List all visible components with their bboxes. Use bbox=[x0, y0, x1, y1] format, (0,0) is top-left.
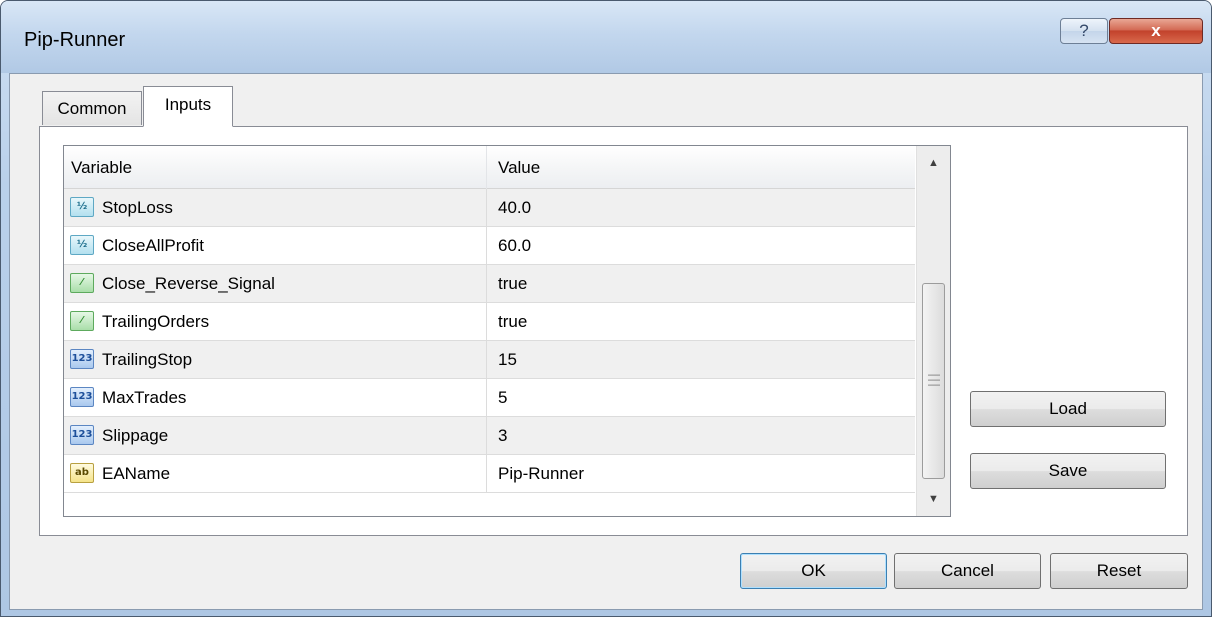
title-bar[interactable]: Pip-Runner ? x bbox=[1, 1, 1211, 73]
variable-name: TrailingStop bbox=[102, 350, 193, 369]
table-row[interactable]: 123 TrailingStop 15 bbox=[64, 341, 915, 379]
dialog-window: Pip-Runner ? x Common Inputs Variable Va… bbox=[0, 0, 1212, 617]
help-button[interactable]: ? bbox=[1060, 18, 1108, 44]
scroll-thumb[interactable]: — — — bbox=[922, 283, 945, 479]
bool-type-icon: ⁄ bbox=[70, 273, 94, 293]
reset-button[interactable]: Reset bbox=[1050, 553, 1188, 589]
load-button[interactable]: Load bbox=[970, 391, 1166, 427]
inputs-grid: Variable Value ½ StopLoss 40.0 ½ CloseAl… bbox=[63, 145, 951, 517]
variable-cell: ½ CloseAllProfit bbox=[64, 227, 487, 264]
cancel-button[interactable]: Cancel bbox=[894, 553, 1041, 589]
inputs-tab-panel: Variable Value ½ StopLoss 40.0 ½ CloseAl… bbox=[39, 126, 1188, 536]
grip-icon: — — — bbox=[928, 367, 940, 391]
scroll-up-arrow-icon[interactable]: ▲ bbox=[917, 146, 950, 180]
int-type-icon: 123 bbox=[70, 387, 94, 407]
variable-value[interactable]: 60.0 bbox=[498, 227, 531, 264]
variable-name: MaxTrades bbox=[102, 388, 187, 407]
variable-cell: ab EAName bbox=[64, 455, 487, 492]
variable-name: Slippage bbox=[102, 426, 169, 445]
variable-name: StopLoss bbox=[102, 198, 173, 217]
double-type-icon: ½ bbox=[70, 235, 94, 255]
bool-type-icon: ⁄ bbox=[70, 311, 94, 331]
variable-value[interactable]: true bbox=[498, 265, 527, 302]
table-row[interactable]: ab EAName Pip-Runner bbox=[64, 455, 915, 493]
variable-cell: 123 MaxTrades bbox=[64, 379, 487, 416]
close-button[interactable]: x bbox=[1109, 18, 1203, 44]
variable-name: Close_Reverse_Signal bbox=[102, 274, 275, 293]
variable-name: TrailingOrders bbox=[102, 312, 210, 331]
variable-cell: 123 TrailingStop bbox=[64, 341, 487, 378]
tab-inputs[interactable]: Inputs bbox=[143, 86, 233, 127]
string-type-icon: ab bbox=[70, 463, 94, 483]
ok-button[interactable]: OK bbox=[740, 553, 887, 589]
table-row[interactable]: 123 MaxTrades 5 bbox=[64, 379, 915, 417]
double-type-icon: ½ bbox=[70, 197, 94, 217]
save-button[interactable]: Save bbox=[970, 453, 1166, 489]
variable-value[interactable]: 3 bbox=[498, 417, 507, 454]
variable-value[interactable]: true bbox=[498, 303, 527, 340]
variable-value[interactable]: 5 bbox=[498, 379, 507, 416]
variable-value[interactable]: 40.0 bbox=[498, 189, 531, 226]
tab-common[interactable]: Common bbox=[42, 91, 142, 125]
table-row[interactable]: ⁄ TrailingOrders true bbox=[64, 303, 915, 341]
column-header-value[interactable]: Value bbox=[488, 146, 915, 189]
variable-name: EAName bbox=[102, 464, 171, 483]
table-row[interactable]: ⁄ Close_Reverse_Signal true bbox=[64, 265, 915, 303]
variable-cell: 123 Slippage bbox=[64, 417, 487, 454]
variable-cell: ⁄ Close_Reverse_Signal bbox=[64, 265, 487, 302]
variable-value[interactable]: Pip-Runner bbox=[498, 455, 584, 492]
int-type-icon: 123 bbox=[70, 425, 94, 445]
variable-cell: ½ StopLoss bbox=[64, 189, 487, 226]
table-row[interactable]: ½ CloseAllProfit 60.0 bbox=[64, 227, 915, 265]
variable-value[interactable]: 15 bbox=[498, 341, 517, 378]
column-header-variable[interactable]: Variable bbox=[64, 146, 487, 189]
table-row[interactable]: 123 Slippage 3 bbox=[64, 417, 915, 455]
grid-header: Variable Value bbox=[64, 146, 915, 189]
variable-name: CloseAllProfit bbox=[102, 236, 205, 255]
int-type-icon: 123 bbox=[70, 349, 94, 369]
variable-cell: ⁄ TrailingOrders bbox=[64, 303, 487, 340]
table-row[interactable]: ½ StopLoss 40.0 bbox=[64, 189, 915, 227]
dialog-body: Common Inputs Variable Value ½ StopLoss … bbox=[9, 73, 1203, 610]
vertical-scrollbar[interactable]: ▲ — — — ▼ bbox=[916, 146, 950, 516]
window-title: Pip-Runner bbox=[24, 29, 126, 51]
grid-rows: ½ StopLoss 40.0 ½ CloseAllProfit 60.0 ⁄ … bbox=[64, 189, 915, 493]
scroll-down-arrow-icon[interactable]: ▼ bbox=[917, 482, 950, 516]
